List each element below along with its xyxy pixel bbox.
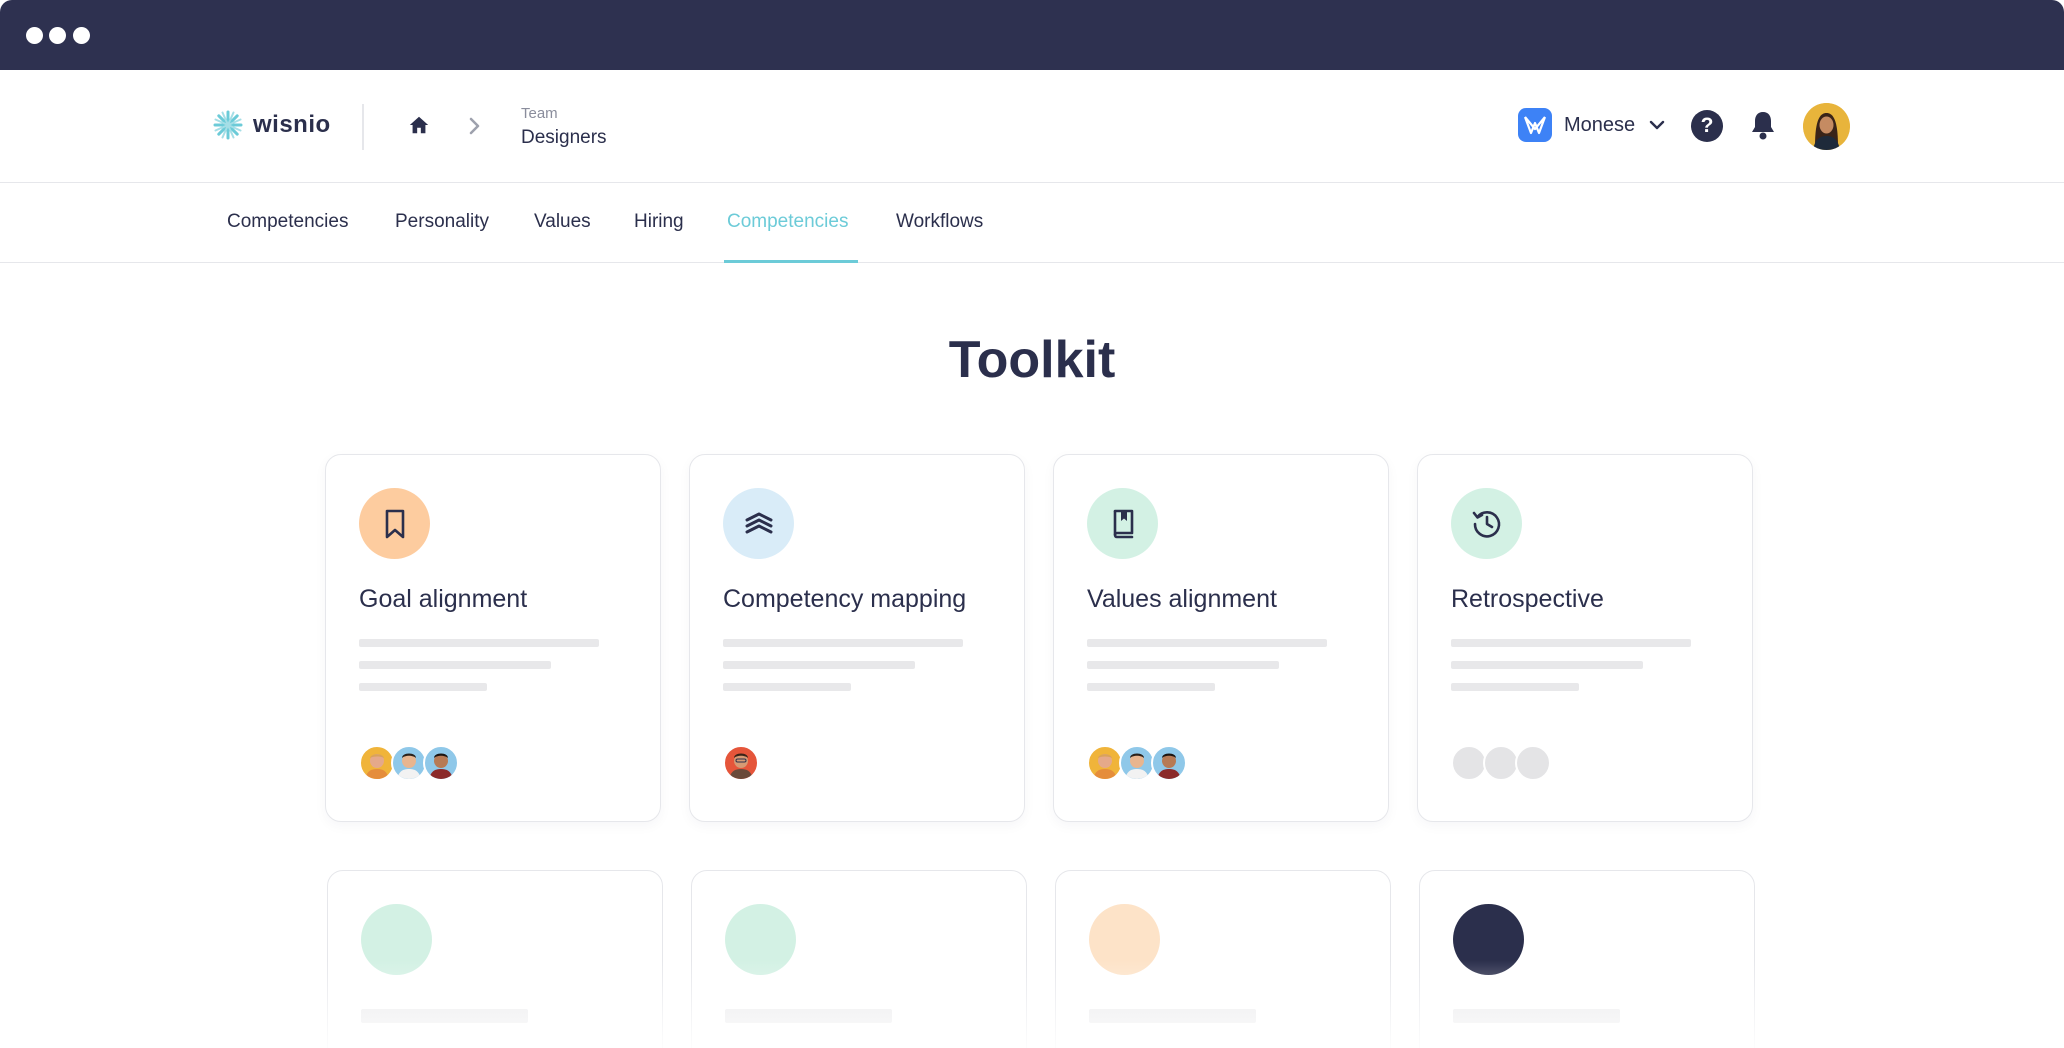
- text-placeholder: [1453, 1009, 1620, 1023]
- avatar-placeholder: [1483, 745, 1519, 781]
- text-placeholder: [1451, 661, 1643, 669]
- placeholder-icon: [725, 904, 796, 975]
- text-placeholder: [1451, 639, 1691, 647]
- window-dot[interactable]: [73, 27, 90, 44]
- toolkit-card-values-alignment[interactable]: Values alignment: [1053, 454, 1389, 822]
- text-placeholder: [723, 683, 851, 691]
- participant-avatars: [1087, 745, 1187, 781]
- avatar: [359, 745, 395, 781]
- tab-competencies[interactable]: Competencies: [227, 211, 348, 233]
- placeholder-icon: [1089, 904, 1160, 975]
- layers-icon: [723, 488, 794, 559]
- chevron-right-icon: [466, 116, 484, 141]
- text-placeholder: [1087, 683, 1215, 691]
- help-button[interactable]: ?: [1691, 110, 1723, 142]
- breadcrumb-current[interactable]: Designers: [521, 127, 607, 149]
- placeholder-card: [1419, 870, 1755, 1048]
- text-placeholder: [1451, 683, 1579, 691]
- tab-competencies-active[interactable]: Competencies: [727, 211, 848, 233]
- participant-avatars: [723, 745, 759, 781]
- avatar: [1151, 745, 1187, 781]
- text-placeholder: [359, 639, 599, 647]
- page-title: Toolkit: [948, 331, 1116, 389]
- text-placeholder: [1089, 1009, 1256, 1023]
- toolkit-card-competency-mapping[interactable]: Competency mapping: [689, 454, 1025, 822]
- avatar-placeholder: [1515, 745, 1551, 781]
- avatar-placeholder: [1451, 745, 1487, 781]
- text-placeholder: [361, 1009, 528, 1023]
- app-header: wisnio Team Designers Monese ?: [0, 70, 2064, 183]
- bell-icon[interactable]: [1748, 109, 1778, 146]
- participant-avatars: [359, 745, 459, 781]
- text-placeholder: [1087, 661, 1279, 669]
- snowflake-logo-icon: [213, 110, 243, 140]
- card-title: Goal alignment: [359, 585, 528, 613]
- user-avatar[interactable]: [1803, 103, 1850, 150]
- home-icon[interactable]: [408, 114, 430, 141]
- text-placeholder: [725, 1009, 892, 1023]
- tab-personality[interactable]: Personality: [395, 211, 489, 233]
- placeholder-card: [691, 870, 1027, 1048]
- active-tab-indicator: [724, 260, 858, 263]
- tab-values[interactable]: Values: [534, 211, 591, 233]
- placeholder-card: [1055, 870, 1391, 1048]
- card-title: Values alignment: [1087, 585, 1277, 613]
- text-placeholder: [359, 683, 487, 691]
- window-dot[interactable]: [26, 27, 43, 44]
- header-divider: [362, 104, 364, 150]
- toolkit-card-retrospective[interactable]: Retrospective: [1417, 454, 1753, 822]
- window-titlebar: [0, 0, 2064, 70]
- org-switcher[interactable]: Monese: [1518, 108, 1665, 142]
- text-placeholder: [1087, 639, 1327, 647]
- book-icon: [1087, 488, 1158, 559]
- history-icon: [1451, 488, 1522, 559]
- placeholder-icon: [1453, 904, 1524, 975]
- avatar: [1087, 745, 1123, 781]
- org-name: Monese: [1564, 113, 1636, 136]
- placeholder-icon: [361, 904, 432, 975]
- breadcrumb-label: Team: [521, 105, 558, 122]
- avatar: [723, 745, 759, 781]
- brand-logo[interactable]: wisnio: [213, 110, 331, 140]
- section-tabs: Competencies Personality Values Hiring C…: [0, 183, 2064, 263]
- bookmark-icon: [359, 488, 430, 559]
- toolkit-card-goal-alignment[interactable]: Goal alignment: [325, 454, 661, 822]
- card-title: Competency mapping: [723, 585, 967, 613]
- window-dot[interactable]: [49, 27, 66, 44]
- text-placeholder: [723, 661, 915, 669]
- avatar: [1119, 745, 1155, 781]
- avatar: [423, 745, 459, 781]
- brand-name: wisnio: [253, 111, 331, 138]
- org-logo-icon: [1518, 108, 1552, 142]
- tab-hiring[interactable]: Hiring: [634, 211, 684, 233]
- placeholder-card: [327, 870, 663, 1048]
- chevron-down-icon: [1649, 120, 1665, 130]
- avatar: [391, 745, 427, 781]
- text-placeholder: [359, 661, 551, 669]
- participant-avatars: [1451, 745, 1551, 781]
- tab-workflows[interactable]: Workflows: [896, 211, 983, 233]
- card-title: Retrospective: [1451, 585, 1604, 613]
- text-placeholder: [723, 639, 963, 647]
